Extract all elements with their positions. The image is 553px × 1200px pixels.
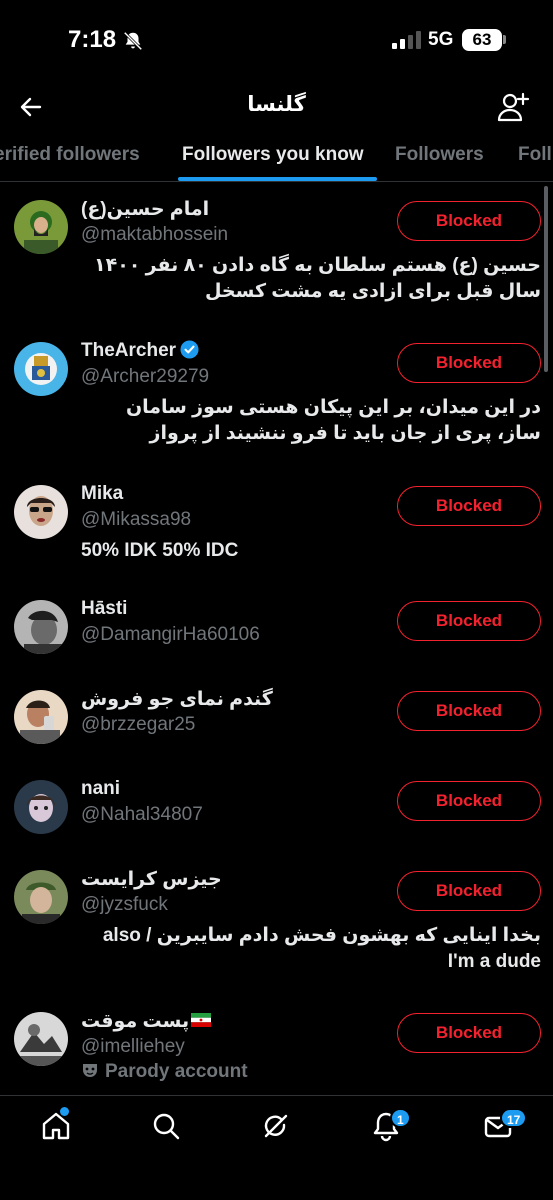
avatar[interactable]	[14, 600, 68, 654]
messages-badge: 17	[500, 1108, 528, 1128]
tab-followers[interactable]: Followers	[395, 144, 484, 166]
active-tab-indicator	[178, 177, 377, 181]
user-bio-line2: I'm a dude	[447, 951, 541, 972]
status-bar: 7:18 5G 63	[0, 0, 553, 80]
user-handle: @Mikassa98	[81, 509, 192, 530]
signal-icon	[392, 31, 422, 49]
blocked-button[interactable]: Blocked	[397, 691, 541, 731]
blocked-button[interactable]: Blocked	[397, 781, 541, 821]
blocked-button[interactable]: Blocked	[397, 343, 541, 383]
tab-verified-followers[interactable]: erified followers	[0, 144, 140, 166]
user-bio: 50% IDK 50% IDC	[81, 540, 239, 561]
avatar[interactable]	[14, 870, 68, 924]
user-handle: @Archer29279	[81, 366, 210, 387]
user-name: جیزس کرایست	[81, 869, 222, 890]
user-handle: @maktabhossein	[81, 224, 229, 245]
add-user-icon[interactable]	[496, 90, 530, 124]
avatar[interactable]	[14, 342, 68, 396]
header: گلنسا	[0, 80, 553, 134]
bell-muted-icon	[122, 30, 144, 52]
network-type: 5G	[428, 29, 454, 50]
status-time: 7:18	[68, 26, 117, 53]
blocked-button[interactable]: Blocked	[397, 1013, 541, 1053]
user-name: Hāsti	[81, 598, 128, 619]
verified-badge-icon	[180, 340, 199, 359]
user-bio: بخدا اینایی که بهشون فحش دادم سایبرین / …	[102, 925, 541, 946]
followers-list: امام حسین(ع) @maktabhossein حسین (ع) هست…	[0, 183, 553, 1095]
user-name: TheArcher	[81, 340, 199, 362]
home-new-dot	[60, 1107, 69, 1116]
user-name: nani	[81, 778, 121, 799]
tab-bar: erified followers Followers you know Fol…	[0, 134, 553, 182]
page-title: گلنسا	[247, 93, 306, 116]
blocked-button[interactable]: Blocked	[397, 201, 541, 241]
user-name: پست موقت	[81, 1010, 212, 1033]
avatar[interactable]	[14, 690, 68, 744]
parody-mask-icon	[81, 1061, 99, 1079]
user-handle: @DamangirHa60106	[81, 624, 260, 645]
user-handle: @Nahal34807	[81, 804, 203, 825]
search-icon[interactable]	[150, 1110, 182, 1142]
blocked-button[interactable]: Blocked	[397, 601, 541, 641]
grok-icon[interactable]	[260, 1110, 292, 1142]
scrollbar[interactable]	[544, 186, 548, 372]
tab-following[interactable]: Foll	[518, 144, 552, 166]
bottom-nav: 1 17	[0, 1095, 553, 1200]
user-handle: @imelliehey	[81, 1036, 185, 1057]
avatar[interactable]	[14, 780, 68, 834]
blocked-button[interactable]: Blocked	[397, 871, 541, 911]
battery-tip	[503, 35, 506, 44]
parody-label: Parody account	[81, 1061, 248, 1083]
user-handle: @jyzsfuck	[81, 894, 168, 915]
blocked-button[interactable]: Blocked	[397, 486, 541, 526]
user-name: امام حسین(ع)	[81, 199, 210, 220]
user-name: Mika	[81, 483, 124, 504]
user-bio: حسین (ع) هستم سلطان به گاه دادن ۸۰ نفر ۱…	[94, 255, 541, 302]
avatar[interactable]	[14, 200, 68, 254]
battery-level: 63	[462, 29, 502, 51]
user-name: گندم نمای جو فروش	[81, 689, 273, 710]
iran-flag-icon	[191, 1011, 212, 1027]
notifications-badge: 1	[390, 1108, 411, 1128]
user-bio: در این میدان، بر این پیکان هستی سوز ساما…	[125, 397, 541, 444]
avatar[interactable]	[14, 485, 68, 539]
tab-followers-you-know[interactable]: Followers you know	[182, 144, 364, 166]
user-handle: @brzzegar25	[81, 714, 196, 735]
avatar[interactable]	[14, 1012, 68, 1066]
